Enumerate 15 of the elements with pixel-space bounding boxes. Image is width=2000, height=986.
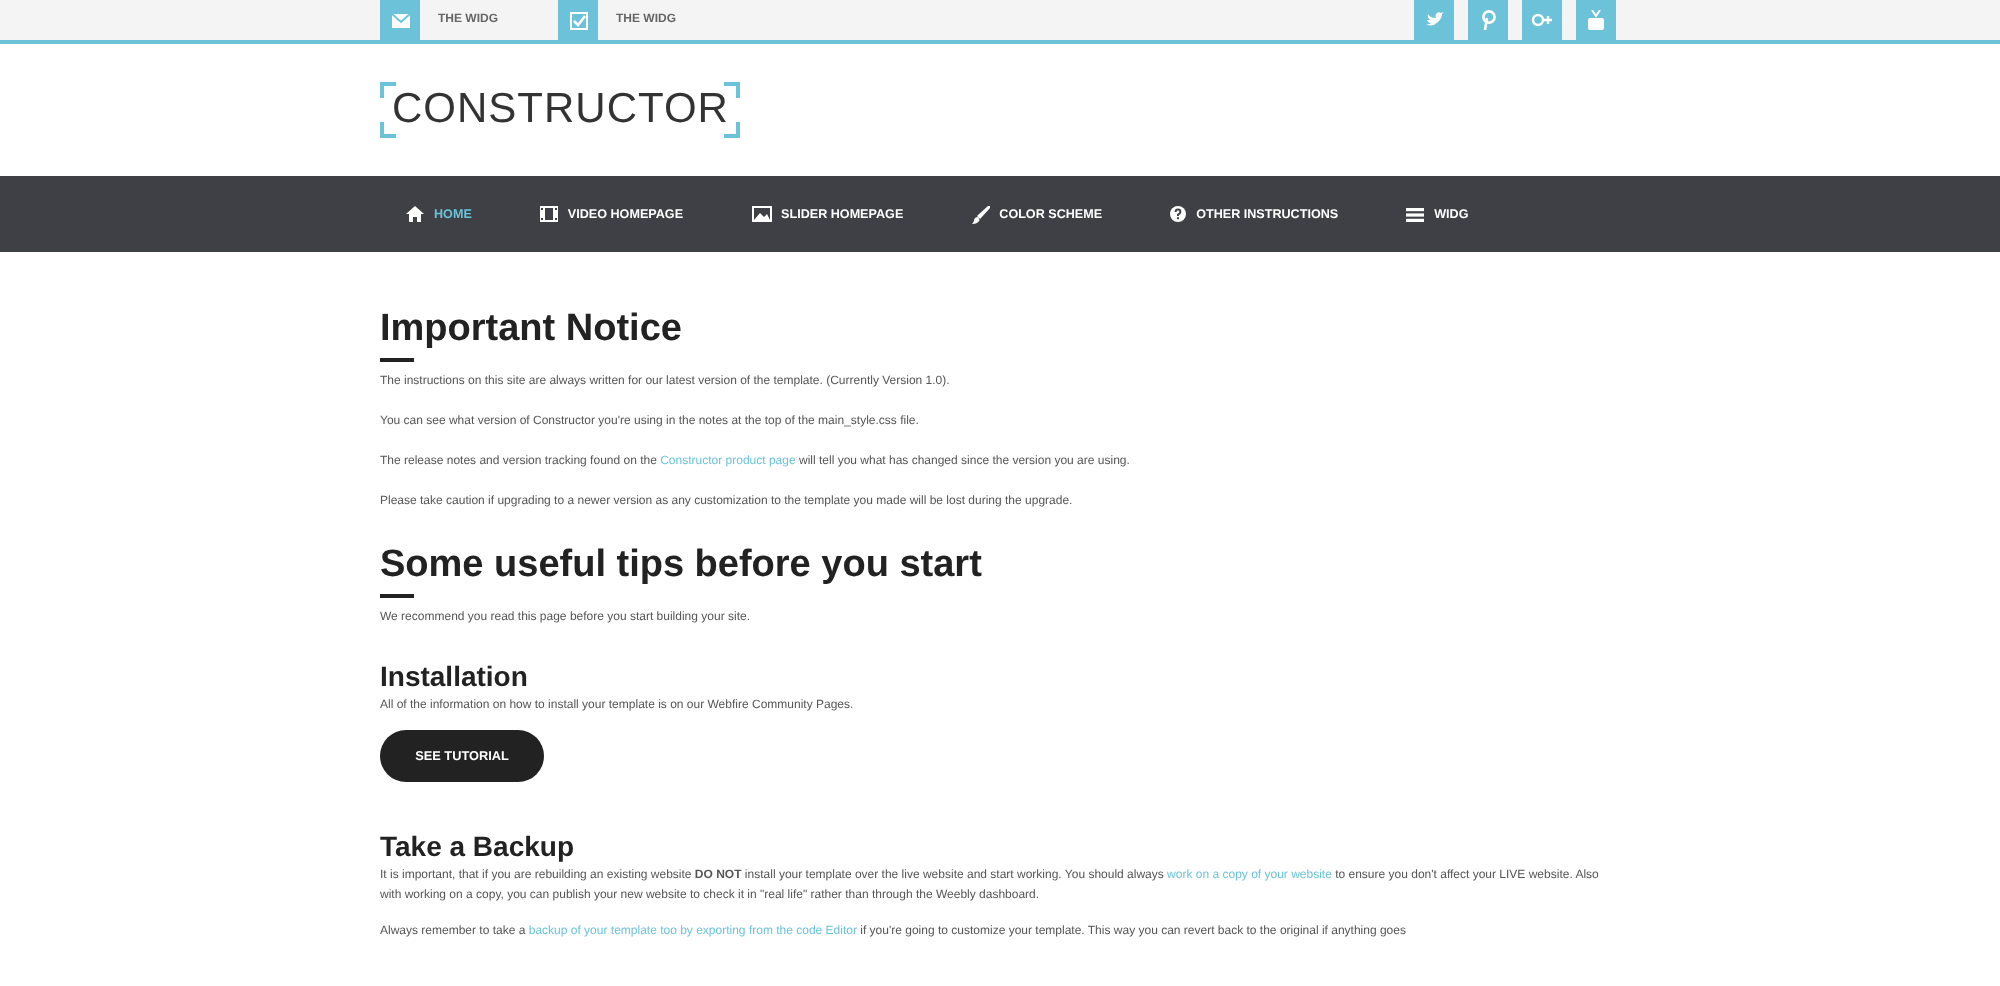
section-heading: Installation <box>380 660 530 692</box>
logo[interactable]: CONSTRUCTOR <box>380 82 741 138</box>
video-icon[interactable] <box>1576 0 1616 40</box>
bird-icon[interactable] <box>1414 0 1454 40</box>
brush-icon <box>971 205 990 223</box>
section-heading: Some useful tips before you start <box>380 544 984 588</box>
plus-icon[interactable] <box>1522 0 1562 40</box>
image-icon <box>751 206 772 222</box>
film-icon <box>539 206 558 222</box>
list-icon <box>1406 207 1425 221</box>
section-heading: Take a Backup <box>380 830 577 862</box>
pin-icon[interactable] <box>1468 0 1508 40</box>
help-icon <box>1170 206 1187 222</box>
home-icon <box>406 206 424 222</box>
section-heading: Important Notice <box>380 308 684 352</box>
